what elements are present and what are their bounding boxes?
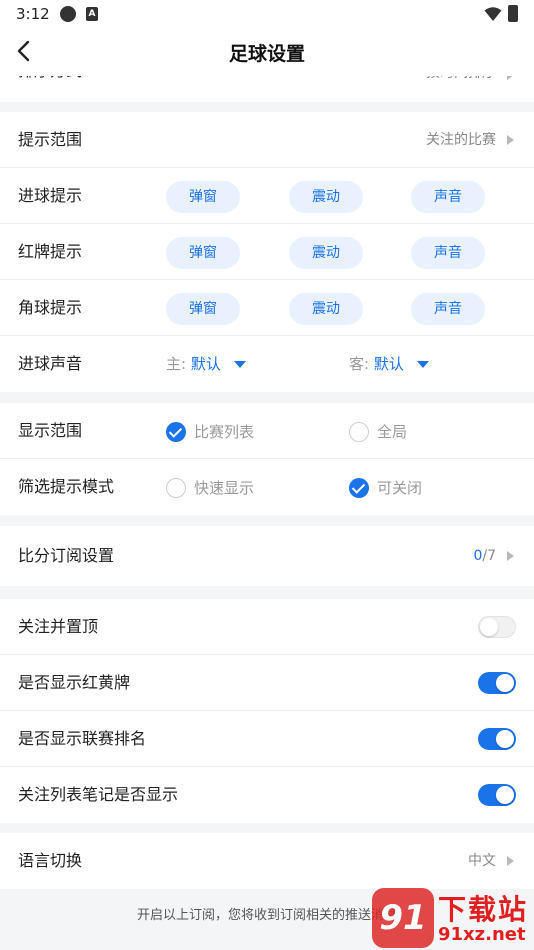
toggle-knob: [496, 674, 514, 692]
watermark-logo: 91 下载站 91xz.net: [372, 884, 534, 950]
toggles-card: 关注并置顶 是否显示红黄牌 是否显示联赛排名 关注列表笔记是否显示: [0, 599, 534, 823]
radio-closable-label: 可关闭: [377, 479, 423, 497]
chevron-right-icon: [507, 76, 514, 80]
home-sound-select[interactable]: 主: 默认: [166, 336, 246, 392]
toggle-label-cards: 是否显示红黄牌: [18, 673, 131, 692]
caret-down-icon: [416, 361, 429, 368]
unchecked-radio-icon: [349, 422, 369, 442]
goal-vibrate-button[interactable]: 震动: [289, 181, 363, 213]
battery-icon: [508, 5, 518, 22]
score-sub-card: 比分订阅设置 0/7: [0, 526, 534, 586]
toggle-row-cards: 是否显示红黄牌: [0, 655, 534, 711]
away-prefix: 客:: [349, 355, 370, 373]
display-card: 显示范围 比赛列表 全局 筛选提示模式 快速显示 可关闭: [0, 403, 534, 515]
radio-match-list-label: 比赛列表: [194, 423, 255, 441]
alert-scope-value: 关注的比赛: [426, 132, 496, 148]
goal-alert-row: 进球提示 弹窗 震动 声音: [0, 168, 534, 224]
toggle-row-notes: 关注列表笔记是否显示: [0, 767, 534, 823]
toggle-label-league-rank: 是否显示联赛排名: [18, 729, 147, 748]
corner-vibrate-button[interactable]: 震动: [289, 293, 363, 325]
watermark-title: 下载站: [438, 893, 529, 926]
goal-sound-label: 进球声音: [18, 354, 83, 373]
status-bar: 3:12 A: [0, 0, 534, 28]
toggle-knob: [496, 730, 514, 748]
unchecked-radio-icon: [166, 478, 186, 498]
wifi-icon: [484, 7, 502, 21]
toggle-knob: [480, 618, 498, 636]
checked-radio-icon: [166, 422, 186, 442]
toggle-cards[interactable]: [478, 672, 516, 694]
display-scope-label: 显示范围: [18, 421, 83, 440]
sort-value: 按时间排序: [426, 76, 496, 88]
filter-mode-label: 筛选提示模式: [18, 477, 115, 496]
score-sub-row[interactable]: 比分订阅设置 0/7: [0, 526, 534, 586]
language-label: 语言切换: [18, 851, 83, 870]
toggle-label-follow-pin: 关注并置顶: [18, 617, 99, 636]
goal-popup-button[interactable]: 弹窗: [166, 181, 240, 213]
toggle-notes[interactable]: [478, 784, 516, 806]
toggle-label-notes: 关注列表笔记是否显示: [18, 785, 179, 804]
corner-alert-label: 角球提示: [18, 298, 83, 317]
goal-sound-button[interactable]: 声音: [411, 181, 485, 213]
red-card-vibrate-button[interactable]: 震动: [289, 237, 363, 269]
language-row[interactable]: 语言切换 中文: [0, 833, 534, 889]
sort-card: 排序方式 按时间排序: [0, 76, 534, 102]
home-sound-value: 默认: [190, 355, 221, 373]
chevron-right-icon: [507, 856, 514, 866]
score-sub-count: 0/7: [473, 526, 496, 586]
alerts-card: 提示范围 关注的比赛 进球提示 弹窗 震动 声音 红牌提示 弹窗 震动 声音 角…: [0, 112, 534, 392]
goal-sound-row: 进球声音 主: 默认 客: 默认: [0, 336, 534, 392]
toggle-row-league-rank: 是否显示联赛排名: [0, 711, 534, 767]
toggle-row-follow-pin: 关注并置顶: [0, 599, 534, 655]
chevron-right-icon: [507, 551, 514, 561]
goal-alert-label: 进球提示: [18, 186, 83, 205]
sort-label: 排序方式: [18, 76, 82, 86]
language-value: 中文: [468, 853, 496, 869]
alert-scope-label: 提示范围: [18, 130, 83, 149]
display-scope-row: 显示范围 比赛列表 全局: [0, 403, 534, 459]
sort-row[interactable]: 排序方式 按时间排序: [0, 76, 534, 102]
header-bar: 足球设置: [0, 28, 534, 76]
chevron-right-icon: [507, 135, 514, 145]
language-card: 语言切换 中文: [0, 833, 534, 889]
caret-down-icon: [233, 361, 246, 368]
filter-mode-row: 筛选提示模式 快速显示 可关闭: [0, 459, 534, 515]
red-card-popup-button[interactable]: 弹窗: [166, 237, 240, 269]
radio-global-label: 全局: [377, 423, 408, 441]
settings-app-icon: [60, 6, 76, 22]
red-card-alert-row: 红牌提示 弹窗 震动 声音: [0, 224, 534, 280]
red-card-sound-button[interactable]: 声音: [411, 237, 485, 269]
checked-radio-icon: [349, 478, 369, 498]
toggle-knob: [496, 786, 514, 804]
toggle-follow-pin[interactable]: [478, 616, 516, 638]
score-sub-total: /7: [482, 548, 496, 564]
away-sound-select[interactable]: 客: 默认: [349, 336, 429, 392]
score-sub-label: 比分订阅设置: [18, 546, 115, 565]
alert-scope-row[interactable]: 提示范围 关注的比赛: [0, 112, 534, 168]
corner-popup-button[interactable]: 弹窗: [166, 293, 240, 325]
page-title: 足球设置: [228, 43, 305, 65]
radio-quick-show-label: 快速显示: [194, 479, 255, 497]
status-time: 3:12: [16, 5, 50, 23]
toggle-league-rank[interactable]: [478, 728, 516, 750]
home-prefix: 主:: [166, 355, 187, 373]
corner-sound-button[interactable]: 声音: [411, 293, 485, 325]
a-app-icon: A: [86, 7, 98, 21]
away-sound-value: 默认: [373, 355, 404, 373]
watermark-badge: 91: [372, 888, 434, 948]
red-card-alert-label: 红牌提示: [18, 242, 83, 261]
corner-alert-row: 角球提示 弹窗 震动 声音: [0, 280, 534, 336]
watermark-url: 91xz.net: [438, 924, 526, 945]
